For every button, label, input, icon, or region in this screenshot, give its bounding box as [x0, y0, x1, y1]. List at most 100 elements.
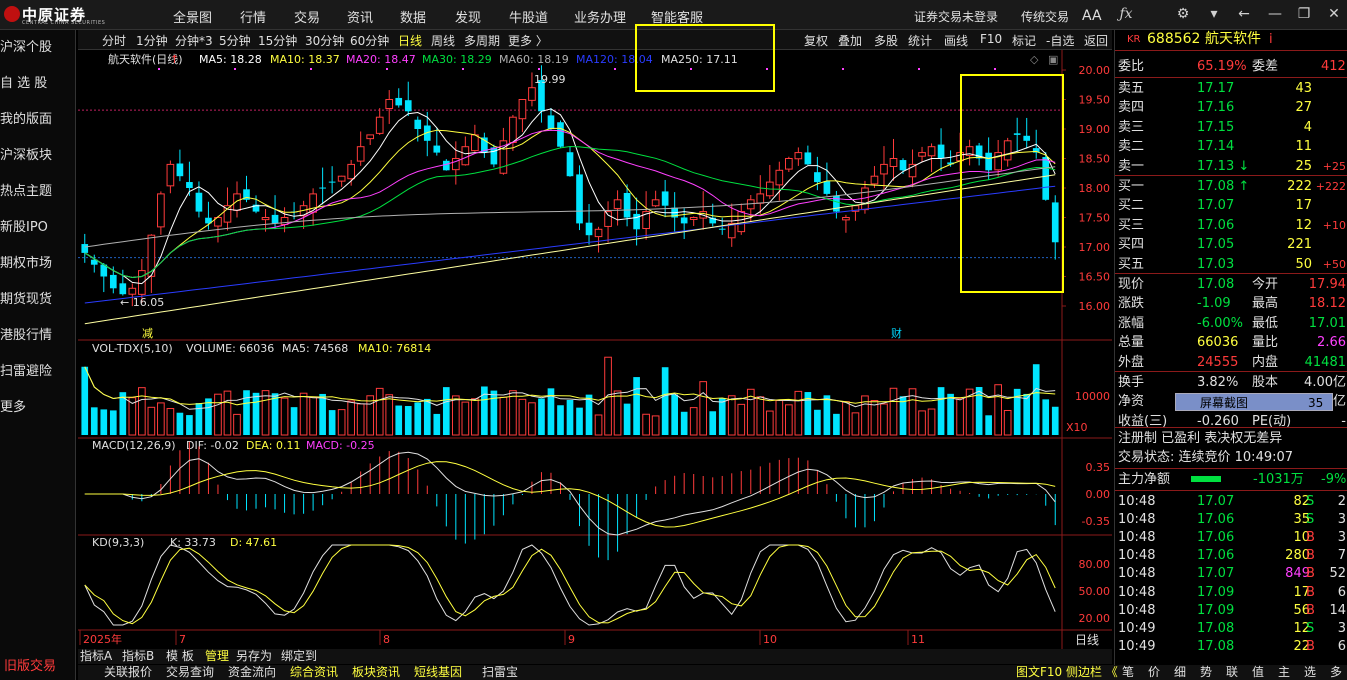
chart-tool-5[interactable]: F10 — [980, 32, 1002, 46]
period-9[interactable]: 多周期 — [464, 32, 500, 49]
topnav-0[interactable]: 全景图 — [173, 7, 212, 26]
sidebar-item-0[interactable]: 沪深个股 — [0, 30, 76, 66]
status-tab-5[interactable]: 短线基因 — [414, 665, 462, 680]
volume-bar — [661, 367, 669, 435]
stat2-label2: 股本 — [1252, 375, 1279, 390]
gear-icon[interactable]: ⚙ — [1175, 6, 1191, 22]
close-icon[interactable]: ✕ — [1326, 6, 1342, 22]
sidebar-item-1[interactable]: 自 选 股 — [0, 66, 76, 102]
status-tab-0[interactable]: 关联报价 — [104, 665, 152, 680]
sidebar-item-10[interactable]: 更多 — [0, 390, 76, 426]
period-1[interactable]: 1分钟 — [136, 32, 168, 49]
indicator-tab-4[interactable]: 另存为 — [236, 649, 272, 664]
chart-tool-4[interactable]: 画线 — [944, 32, 968, 49]
stat-label: 涨跌 — [1118, 296, 1145, 312]
bottom-right-9[interactable]: 多 — [1330, 665, 1342, 680]
indicator-tab-1[interactable]: 指标B — [122, 649, 154, 664]
period-10[interactable]: 更多 〉 — [508, 32, 548, 49]
chart-tool-3[interactable]: 统计 — [908, 32, 932, 49]
bottom-right-1[interactable]: 笔 — [1122, 665, 1134, 680]
restore-icon[interactable]: ❐ — [1296, 6, 1312, 22]
chart-tool-1[interactable]: 叠加 — [838, 32, 862, 49]
topnav-2[interactable]: 交易 — [294, 7, 320, 26]
minimize-icon[interactable]: — — [1267, 6, 1283, 22]
indicator-tab-2[interactable]: 模 板 — [166, 649, 194, 664]
status-tab-3[interactable]: 综合资讯 — [290, 665, 338, 680]
sidebar-item-9[interactable]: 扫雷避险 — [0, 354, 76, 390]
topnav-3[interactable]: 资讯 — [347, 7, 373, 26]
kd-tick-label: 20.00 — [1079, 612, 1111, 625]
tick-side: B — [1306, 602, 1315, 618]
topnav-1[interactable]: 行情 — [240, 7, 266, 26]
sidebar-item-4[interactable]: 热点主题 — [0, 174, 76, 210]
status-tab-4[interactable]: 板块资讯 — [352, 665, 400, 680]
chart-tool-2[interactable]: 多股 — [874, 32, 898, 49]
bottom-right-8[interactable]: 选 — [1304, 665, 1316, 680]
font-size-button[interactable]: AA — [1082, 8, 1102, 24]
volume-bar — [147, 406, 156, 436]
tick-price: 17.08 — [1197, 620, 1235, 636]
period-2[interactable]: 分钟*3 — [175, 32, 213, 49]
stat-value: -1.09 — [1197, 296, 1231, 312]
period-7[interactable]: 日线 — [398, 32, 422, 49]
volume-bar — [109, 410, 117, 435]
topnav-7[interactable]: 业务办理 — [574, 7, 626, 26]
bottom-right-6[interactable]: 值 — [1252, 665, 1264, 680]
low-annotation: ← 16.05 — [120, 296, 164, 309]
bottom-right-3[interactable]: 细 — [1174, 665, 1186, 680]
trade-mode-button[interactable]: 传统交易 — [1021, 8, 1069, 25]
candle — [576, 165, 583, 231]
legend-ma20: MA20: 18.47 — [346, 53, 416, 66]
bottom-right-4[interactable]: 势 — [1200, 665, 1212, 680]
chart-tool-8[interactable]: 返回 — [1084, 32, 1108, 49]
sidebar-item-3[interactable]: 沪深板块 — [0, 138, 76, 174]
period-6[interactable]: 60分钟 — [350, 32, 389, 49]
indicator-tab-0[interactable]: 指标A — [80, 649, 112, 664]
ask-row: 卖三 17.15 4 — [1115, 118, 1347, 137]
ask-vol: 25 — [1295, 158, 1312, 174]
info-flag[interactable]: i — [1269, 30, 1273, 49]
indicator-tab-3[interactable]: 管理 — [205, 649, 229, 664]
volume-bar — [851, 412, 860, 436]
bottom-right-7[interactable]: 主 — [1278, 665, 1290, 680]
status-tab-1[interactable]: 交易查询 — [166, 665, 214, 680]
chart-tool-7[interactable]: -自选 — [1046, 32, 1074, 49]
chart-tool-0[interactable]: 复权 — [804, 32, 828, 49]
stat-label: 总量 — [1118, 335, 1145, 351]
sidebar-item-6[interactable]: 期权市场 — [0, 246, 76, 282]
screenshot-popup[interactable]: 屏幕截图 35 — [1175, 393, 1333, 411]
tick-price: 17.09 — [1197, 602, 1235, 618]
volume-bar — [423, 398, 431, 435]
volume-bar — [823, 395, 831, 435]
old-trade-link[interactable]: 旧版交易 — [0, 655, 56, 674]
period-5[interactable]: 30分钟 — [305, 32, 344, 49]
sidebar-item-5[interactable]: 新股IPO — [0, 210, 76, 246]
bottom-right-2[interactable]: 价 — [1148, 665, 1160, 680]
bottom-right-0[interactable]: 图文F10 侧边栏 《 — [1016, 665, 1118, 680]
logo-mark-icon — [4, 6, 20, 22]
bottom-right-5[interactable]: 联 — [1226, 665, 1238, 680]
fx-icon[interactable]: ƒx — [1118, 6, 1134, 22]
login-status[interactable]: 证券交易未登录 — [914, 8, 998, 25]
volume-bar — [518, 398, 527, 436]
status-tab-6[interactable]: 扫雷宝 — [482, 665, 518, 680]
chart-tool-6[interactable]: 标记 — [1012, 32, 1036, 49]
period-3[interactable]: 5分钟 — [219, 32, 251, 49]
period-4[interactable]: 15分钟 — [258, 32, 297, 49]
volume-bar — [880, 403, 888, 436]
topnav-4[interactable]: 数据 — [400, 7, 426, 26]
status-tab-2[interactable]: 资金流向 — [228, 665, 276, 680]
topnav-6[interactable]: 牛股道 — [509, 7, 548, 26]
trend-up-icon: ↑ — [170, 53, 179, 66]
topnav-5[interactable]: 发现 — [455, 7, 481, 26]
period-8[interactable]: 周线 — [431, 32, 455, 49]
back-arrow-icon[interactable]: ← — [1236, 6, 1252, 22]
period-0[interactable]: 分时 — [102, 32, 126, 49]
sidebar-item-8[interactable]: 港股行情 — [0, 318, 76, 354]
volume-bar — [642, 413, 650, 436]
sidebar-item-7[interactable]: 期货现货 — [0, 282, 76, 318]
kline-chart[interactable]: 20.00 19.50 19.00 18.50 18.00 17.50 17.00 16.50… — [78, 50, 1112, 649]
shirt-icon[interactable]: ▾ — [1206, 6, 1222, 22]
indicator-tab-5[interactable]: 绑定到 — [281, 649, 317, 664]
sidebar-item-2[interactable]: 我的版面 — [0, 102, 76, 138]
